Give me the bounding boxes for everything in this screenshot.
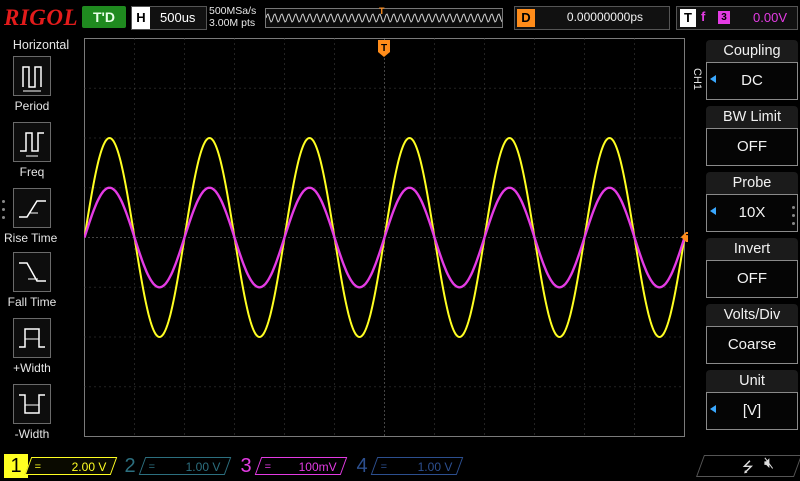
unit-value: [V] [706,392,798,430]
probe-title: Probe [706,172,798,194]
bw-limit-title: BW Limit [706,106,798,128]
ch3-scale-box: = 100mV [254,457,348,475]
dc-coupling-icon: = [34,461,42,473]
waveform-display[interactable]: 1 T T [84,38,688,440]
ch1-scale-box: = 2.00 V [24,457,118,475]
channel-status-bar: 1 = 2.00 V 2 = 1.00 V 3 = 100mV 4 = 1.00… [0,452,800,480]
freq-label: Freq [19,165,45,179]
channel-menu: CH1 Coupling DC BW Limit OFF Probe 10X I… [688,38,800,432]
dc-coupling-icon: = [380,461,388,473]
trigger-source: 3 [718,11,730,24]
memory-depth: 3.00M pts [209,17,256,29]
dc-coupling-icon: = [148,461,156,473]
top-status-bar: RIGOL T'D H 500us 500MSa/s 3.00M pts T D… [0,0,800,34]
ch2-scale: 1.00 V [185,460,221,474]
horizontal-letter: H [132,7,150,29]
sample-rate: 500MSa/s [209,5,257,17]
left-arrow-icon [710,207,716,215]
rise-time-icon [13,188,51,228]
period-label: Period [14,99,50,113]
invert-title: Invert [706,238,798,260]
ch2-status[interactable]: 2 = 1.00 V [118,454,232,478]
ch2-scale-box: = 1.00 V [138,457,232,475]
bw-limit-value: OFF [706,128,798,166]
delay-letter: D [517,9,535,27]
negative-width-label: -Width [14,427,50,441]
invert-value: OFF [706,260,798,298]
ch1-status[interactable]: 1 = 2.00 V [4,454,118,478]
coupling-softkey[interactable]: Coupling DC [706,40,798,102]
trigger-position-marker: T [379,6,385,16]
coupling-value: DC [706,62,798,100]
dc-coupling-icon: = [264,461,272,473]
trigger-level: 0.00V [753,10,787,25]
ch4-status[interactable]: 4 = 1.00 V [350,454,464,478]
negative-width-icon [13,384,51,424]
ch4-scale-box: = 1.00 V [370,457,464,475]
mute-icon[interactable]: 🔇︎ [764,455,774,473]
trigger-indicator[interactable]: T f 3 0.00V [676,6,798,30]
volts-div-value: Coarse [706,326,798,364]
ch3-status[interactable]: 3 = 100mV [234,454,348,478]
measurement-menu: Horizontal Period Freq Rise Time Fall Ti… [0,36,82,450]
ch3-scale: 100mV [298,460,337,474]
measure-rise-time[interactable]: Rise Time [0,188,82,248]
measure-negative-width[interactable]: -Width [0,384,82,444]
measurement-menu-title: Horizontal [12,38,70,52]
positive-width-label: +Width [13,361,51,375]
bw-limit-softkey[interactable]: BW Limit OFF [706,106,798,168]
left-arrow-icon [710,405,716,413]
fall-time-icon [13,252,51,292]
ch4-scale: 1.00 V [417,460,453,474]
probe-value: 10X [706,194,798,232]
rise-time-label: Rise Time [4,231,58,245]
acquisition-info: 500MSa/s 3.00M pts [209,5,256,29]
volts-div-title: Volts/Div [706,304,798,326]
trigger-status-badge: T'D [82,6,126,28]
unit-softkey[interactable]: Unit [V] [706,370,798,432]
delay-indicator[interactable]: D 0.00000000ps [514,6,670,30]
probe-softkey[interactable]: Probe 10X [706,172,798,234]
timebase-value: 500us [160,10,196,25]
volts-div-softkey[interactable]: Volts/Div Coarse [706,304,798,366]
trigger-letter: T [680,9,696,27]
rising-edge-icon: f [701,9,706,24]
menu-page-dots [792,206,795,230]
channel-menu-label: CH1 [691,68,703,91]
ch1-scale: 2.00 V [71,460,107,474]
usb-icon: ⭍ [742,459,754,475]
measure-positive-width[interactable]: +Width [0,318,82,378]
brand-logo: RIGOL [4,5,79,30]
coupling-title: Coupling [706,40,798,62]
measure-freq[interactable]: Freq [0,122,82,182]
delay-value: 0.00000000ps [566,10,643,24]
fall-time-label: Fall Time [7,295,57,309]
positive-width-icon [13,318,51,358]
measure-period[interactable]: Period [0,56,82,116]
freq-icon [13,122,51,162]
timebase-indicator[interactable]: H 500us [131,6,207,30]
period-icon [13,56,51,96]
measure-fall-time[interactable]: Fall Time [0,252,82,312]
invert-softkey[interactable]: Invert OFF [706,238,798,300]
unit-title: Unit [706,370,798,392]
memory-overview-bar[interactable]: T [265,6,503,28]
left-arrow-icon [710,75,716,83]
trigger-top-label: T [381,43,387,54]
